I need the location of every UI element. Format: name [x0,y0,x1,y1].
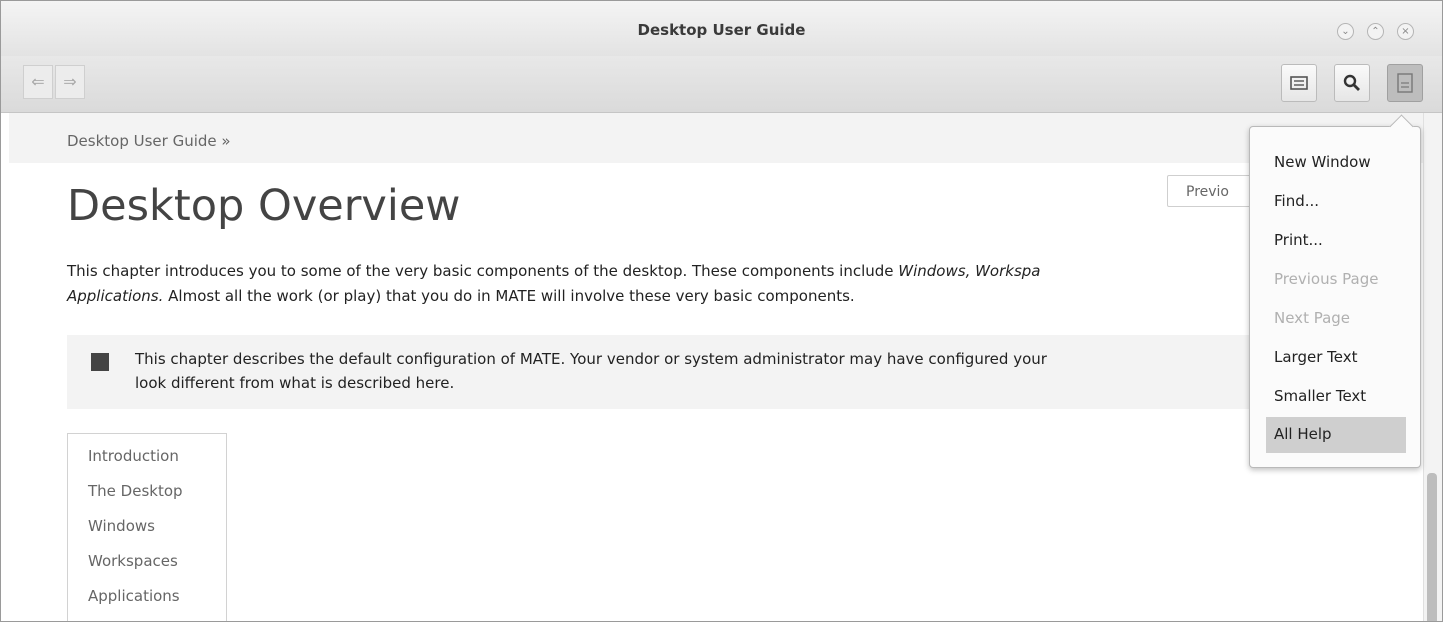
vertical-scrollbar[interactable] [1423,113,1442,621]
note-line-1: This chapter describes the default confi… [135,350,1047,368]
breadcrumb[interactable]: Desktop User Guide » [67,132,231,150]
menu-item-larger-text[interactable]: Larger Text [1266,340,1406,376]
bookmarks-icon [1290,76,1308,90]
intro-emphasis-1: Windows, Workspa [898,262,1041,280]
toc-link-the-desktop[interactable]: The Desktop [88,474,226,509]
menu-icon [1397,73,1413,93]
note-text: This chapter describes the default confi… [135,347,1285,395]
maximize-button[interactable]: ⌃ [1367,23,1384,40]
previous-page-button[interactable]: Previo [1167,175,1257,207]
page-content: Desktop User Guide » Desktop Overview Pr… [9,113,1424,621]
intro-text-1: This chapter introduces you to some of t… [67,262,899,280]
note-box: This chapter describes the default confi… [67,335,1307,409]
intro-paragraph: This chapter introduces you to some of t… [67,259,1267,309]
menu-item-previous-page[interactable]: Previous Page [1266,262,1406,298]
app-menu-popover: New Window Find... Print... Previous Pag… [1249,114,1421,468]
forward-arrow-icon: ⇒ [63,72,77,91]
menu-item-find[interactable]: Find... [1266,184,1406,220]
menu-button[interactable] [1387,64,1423,102]
menu-item-next-page[interactable]: Next Page [1266,301,1406,337]
forward-button[interactable]: ⇒ [55,65,85,99]
window-menu-icon[interactable] [9,19,21,31]
menu-item-print[interactable]: Print... [1266,223,1406,259]
back-button[interactable]: ⇐ [23,65,53,99]
bookmarks-button[interactable] [1281,64,1317,102]
toc-link-windows[interactable]: Windows [88,509,226,544]
breadcrumb-bar: Desktop User Guide » [9,113,1424,163]
toc-link-workspaces[interactable]: Workspaces [88,544,226,579]
scrollbar-thumb[interactable] [1427,473,1437,621]
toc-link-introduction[interactable]: Introduction [88,439,226,474]
menu-item-smaller-text[interactable]: Smaller Text [1266,379,1406,415]
search-button[interactable] [1334,64,1370,102]
menu-item-new-window[interactable]: New Window [1266,145,1406,181]
title-bar: Desktop User Guide ⌄ ⌃ × [1,1,1442,57]
search-icon [1343,74,1360,91]
back-arrow-icon: ⇐ [31,72,45,91]
page-title: Desktop Overview [67,181,461,231]
minimize-button[interactable]: ⌄ [1337,23,1354,40]
intro-emphasis-2: Applications. [67,287,164,305]
table-of-contents: Introduction The Desktop Windows Workspa… [67,433,227,621]
note-line-2: look different from what is described he… [135,374,455,392]
window-title: Desktop User Guide [637,21,806,39]
close-button[interactable]: × [1397,23,1414,40]
toolbar: ⇐ ⇒ [1,56,1442,113]
intro-text-2: Almost all the work (or play) that you d… [163,287,855,305]
toc-link-applications[interactable]: Applications [88,579,226,614]
menu-item-all-help[interactable]: All Help [1266,417,1406,453]
note-icon [91,353,109,371]
help-window: Desktop User Guide ⌄ ⌃ × ⇐ ⇒ Desktop Use… [0,0,1443,622]
